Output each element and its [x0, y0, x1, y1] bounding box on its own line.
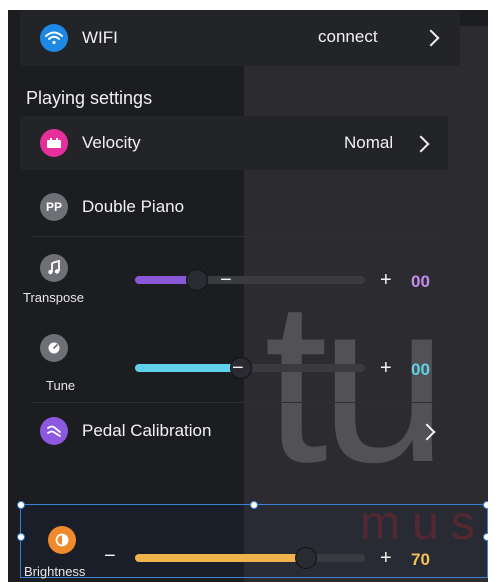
wifi-row[interactable]: WIFI connect: [20, 10, 460, 66]
selection-handle: [250, 501, 258, 509]
transpose-row: Transpose − + 00: [8, 246, 488, 316]
settings-panel: tu mus WIFI connect Playing settings Vel…: [8, 10, 488, 582]
chevron-right-icon: [418, 423, 436, 441]
double-piano-label: Double Piano: [82, 197, 185, 216]
double-piano-icon: PP: [40, 193, 68, 221]
tune-fill: [135, 364, 239, 372]
tune-slider[interactable]: [135, 358, 365, 378]
music-note-icon: [40, 254, 68, 282]
velocity-row[interactable]: Velocity Nomal: [20, 116, 448, 170]
brightness-value: 70: [411, 550, 430, 569]
brightness-plus-button[interactable]: +: [380, 548, 392, 568]
chevron-right-icon: [422, 29, 440, 47]
pedal-icon: [40, 417, 68, 445]
brightness-slider-handle[interactable]: [296, 548, 316, 568]
divider: [32, 402, 444, 403]
wifi-status: connect: [318, 27, 378, 46]
selection-handle: [17, 501, 25, 509]
brightness-icon: [48, 526, 76, 554]
selection-handle: [483, 501, 488, 509]
tune-caption: Tune: [46, 378, 76, 393]
wifi-icon: [40, 24, 68, 52]
brightness-fill: [135, 554, 304, 562]
transpose-minus-button[interactable]: −: [220, 270, 232, 290]
wifi-label: WIFI: [82, 28, 118, 47]
section-title-playing-settings: Playing settings: [26, 88, 153, 108]
tune-minus-button[interactable]: −: [232, 358, 244, 378]
transpose-caption: Transpose: [23, 290, 84, 305]
brightness-row: Brightness − + 70: [8, 516, 488, 582]
transpose-fill: [135, 276, 195, 284]
divider: [32, 236, 444, 237]
transpose-plus-button[interactable]: +: [380, 270, 392, 290]
tune-row: Tune − + 00: [8, 328, 488, 398]
brightness-caption: Brightness: [24, 564, 86, 579]
tune-plus-button[interactable]: +: [380, 358, 392, 378]
velocity-value: Nomal: [344, 133, 394, 152]
piano-keys-icon: [40, 129, 68, 157]
chevron-right-icon: [412, 135, 430, 153]
tune-dial-icon: [40, 334, 68, 362]
pedal-calibration-label: Pedal Calibration: [82, 421, 212, 440]
velocity-label: Velocity: [82, 133, 141, 152]
transpose-slider-handle[interactable]: [187, 270, 207, 290]
transpose-slider[interactable]: [135, 270, 365, 290]
transpose-value: 00: [411, 272, 430, 291]
double-piano-row[interactable]: PP Double Piano: [20, 180, 448, 234]
brightness-minus-button[interactable]: −: [104, 546, 116, 566]
pedal-calibration-row[interactable]: Pedal Calibration: [20, 404, 448, 458]
brightness-slider[interactable]: [135, 548, 365, 568]
tune-value: 00: [411, 360, 430, 379]
